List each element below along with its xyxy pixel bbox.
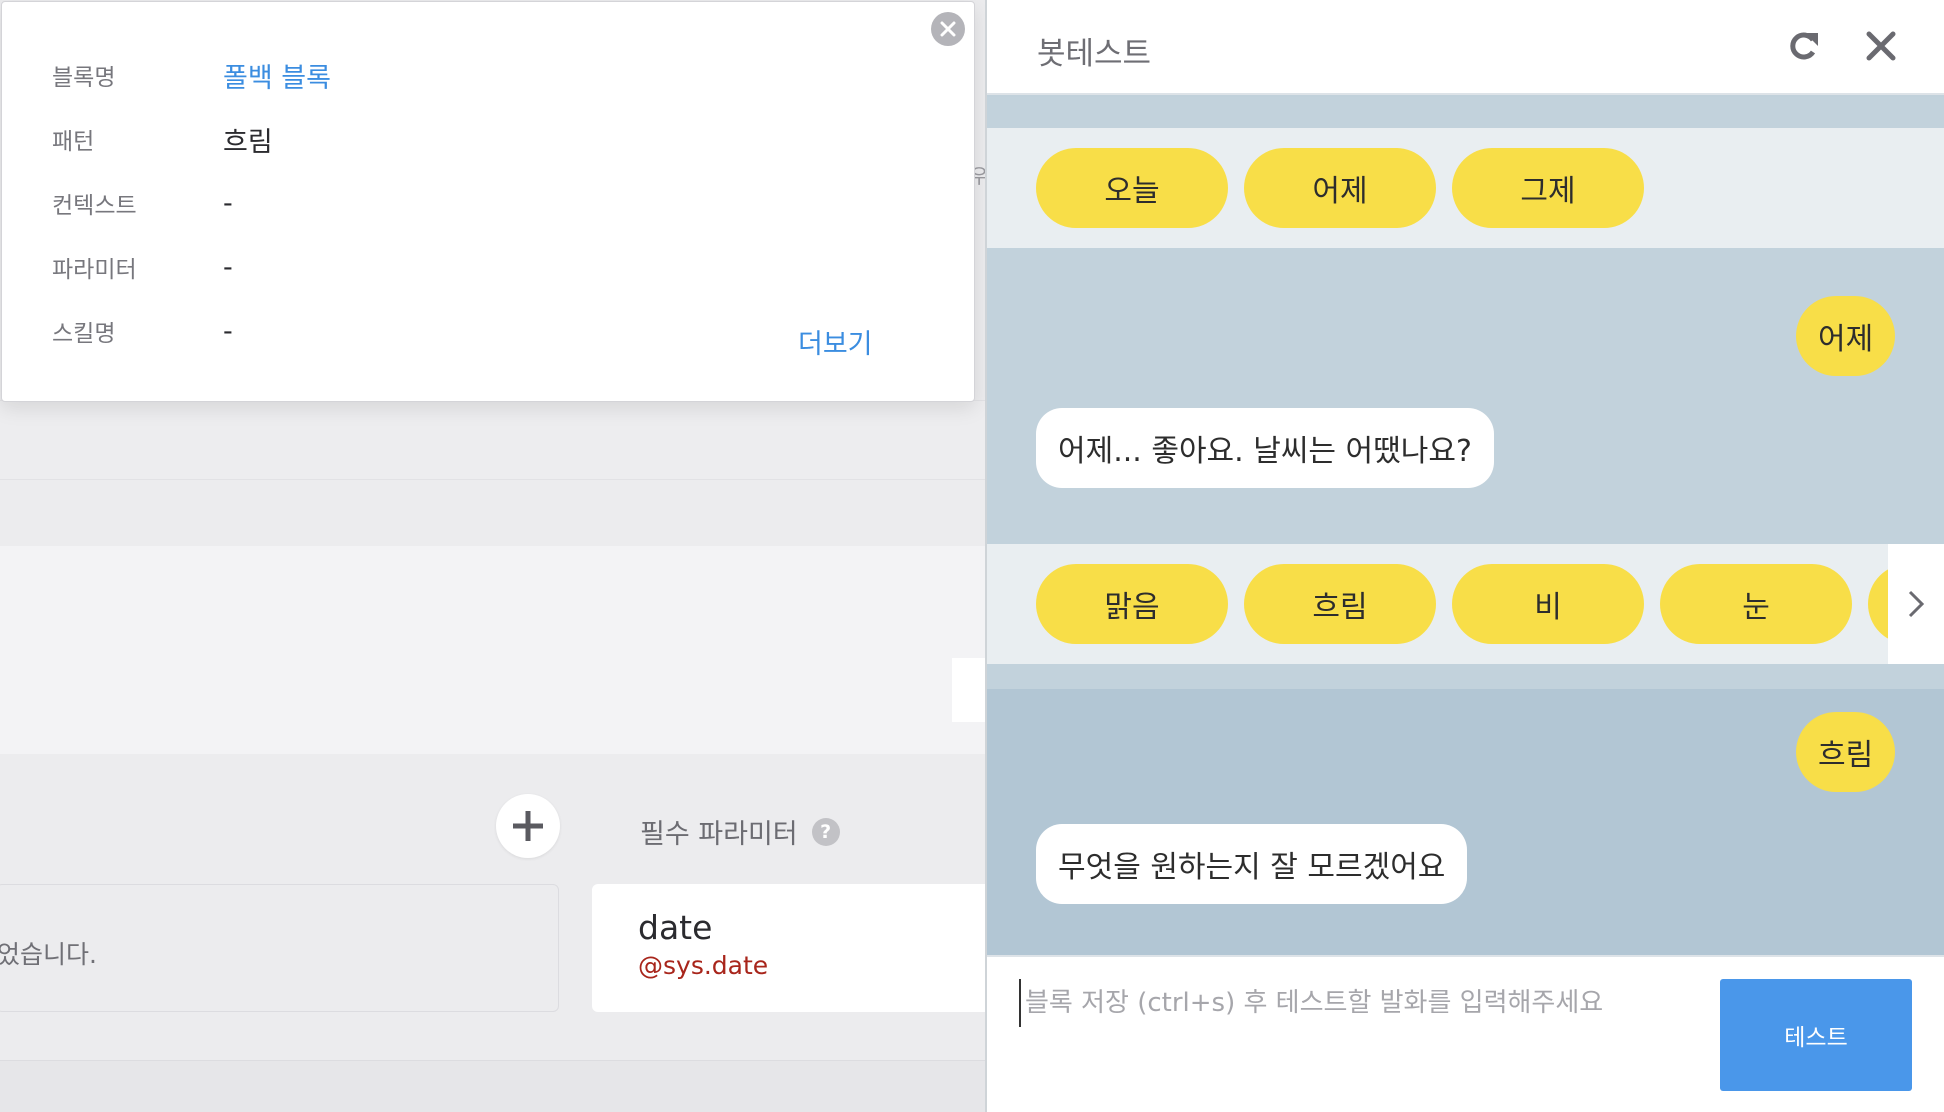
info-value: - bbox=[223, 251, 233, 283]
info-value: 흐림 bbox=[223, 126, 273, 158]
quick-reply-button[interactable]: 어제 bbox=[1244, 148, 1436, 228]
popup-close-button[interactable] bbox=[931, 12, 965, 46]
bot-message: 무엇을 원하는지 잘 모르겠어요 bbox=[1036, 824, 1468, 904]
required-params-heading: 필수 파라미터 ? bbox=[640, 812, 840, 851]
editor-section-area bbox=[0, 546, 985, 754]
chevron-right-icon bbox=[1908, 590, 1925, 618]
quick-replies-next-button[interactable] bbox=[1888, 544, 1944, 664]
info-value: - bbox=[223, 315, 233, 347]
info-value: - bbox=[223, 187, 233, 219]
quick-reply-button[interactable]: 흐림 bbox=[1244, 564, 1436, 644]
chat-area[interactable]: 오늘 어제 그제 어제 어제... 좋아요. 날씨는 어땠나요? 맑음 흐림 비… bbox=[987, 97, 1944, 955]
info-row-block-name: 블록명 폴백 블록 bbox=[52, 55, 331, 95]
response-text: 었습니다. bbox=[0, 940, 97, 969]
block-info-popup: 블록명 폴백 블록 패턴 흐림 컨텍스트 - 파라미터 - 스킬명 - 더보기 bbox=[1, 1, 975, 402]
quick-replies-2: 맑음 흐림 비 눈 bbox=[987, 544, 1944, 664]
editor-bottom-bar bbox=[0, 1060, 985, 1112]
required-param-card[interactable]: date @sys.date bbox=[592, 884, 985, 1012]
test-utterance-input[interactable] bbox=[1019, 979, 1639, 1027]
info-label: 컨텍스트 bbox=[52, 193, 137, 219]
block-name-link[interactable]: 폴백 블록 bbox=[223, 56, 331, 95]
quick-reply-button[interactable]: 맑음 bbox=[1036, 564, 1228, 644]
info-label: 블록명 bbox=[52, 65, 116, 91]
panel-close-button[interactable] bbox=[1861, 26, 1901, 66]
param-name: date bbox=[638, 908, 713, 947]
info-row-parameter: 파라미터 - bbox=[52, 247, 233, 287]
chat-area-lower bbox=[987, 689, 1944, 955]
question-icon[interactable]: ? bbox=[811, 817, 840, 846]
bot-message: 어제... 좋아요. 날씨는 어땠나요? bbox=[1036, 408, 1494, 488]
info-row-skill: 스킬명 - bbox=[52, 311, 233, 351]
panel-title: 봇테스트 bbox=[1037, 36, 1152, 72]
user-message: 흐림 bbox=[1796, 712, 1896, 792]
test-button[interactable]: 테스트 bbox=[1720, 979, 1912, 1091]
more-link[interactable]: 더보기 bbox=[798, 322, 873, 361]
app-window: 우 필수 파라미터 ? 었습니다. date @sys.date 블록명 폴백 … bbox=[0, 0, 1944, 1112]
response-text-field[interactable]: 었습니다. bbox=[0, 884, 559, 1012]
chat-input-area: 테스트 bbox=[987, 955, 1944, 1112]
quick-reply-button[interactable]: 그제 bbox=[1452, 148, 1644, 228]
bot-test-panel: 봇테스트 오늘 어제 그제 어제 어제... 좋아요. 날씨는 어땠나요? 맑음… bbox=[985, 0, 1944, 1112]
editor-edge-tab bbox=[952, 658, 985, 722]
add-parameter-button[interactable] bbox=[496, 794, 560, 858]
info-row-context: 컨텍스트 - bbox=[52, 183, 233, 223]
quick-reply-button[interactable]: 눈 bbox=[1660, 564, 1852, 644]
refresh-icon bbox=[1790, 32, 1818, 60]
param-type: @sys.date bbox=[638, 951, 769, 980]
close-circle-icon bbox=[940, 21, 956, 37]
quick-reply-button[interactable]: 오늘 bbox=[1036, 148, 1228, 228]
info-row-pattern: 패턴 흐림 bbox=[52, 119, 273, 159]
required-params-label: 필수 파라미터 bbox=[640, 819, 798, 850]
user-message: 어제 bbox=[1796, 296, 1896, 376]
editor-section-band bbox=[0, 400, 985, 480]
bot-test-header: 봇테스트 bbox=[987, 0, 1944, 95]
info-label: 파라미터 bbox=[52, 257, 137, 283]
info-label: 스킬명 bbox=[52, 321, 116, 347]
plus-icon bbox=[513, 811, 543, 841]
refresh-button[interactable] bbox=[1784, 26, 1824, 66]
quick-reply-button[interactable]: 비 bbox=[1452, 564, 1644, 644]
info-label: 패턴 bbox=[52, 129, 95, 155]
quick-replies-1: 오늘 어제 그제 bbox=[987, 128, 1944, 248]
close-icon bbox=[1866, 31, 1896, 61]
